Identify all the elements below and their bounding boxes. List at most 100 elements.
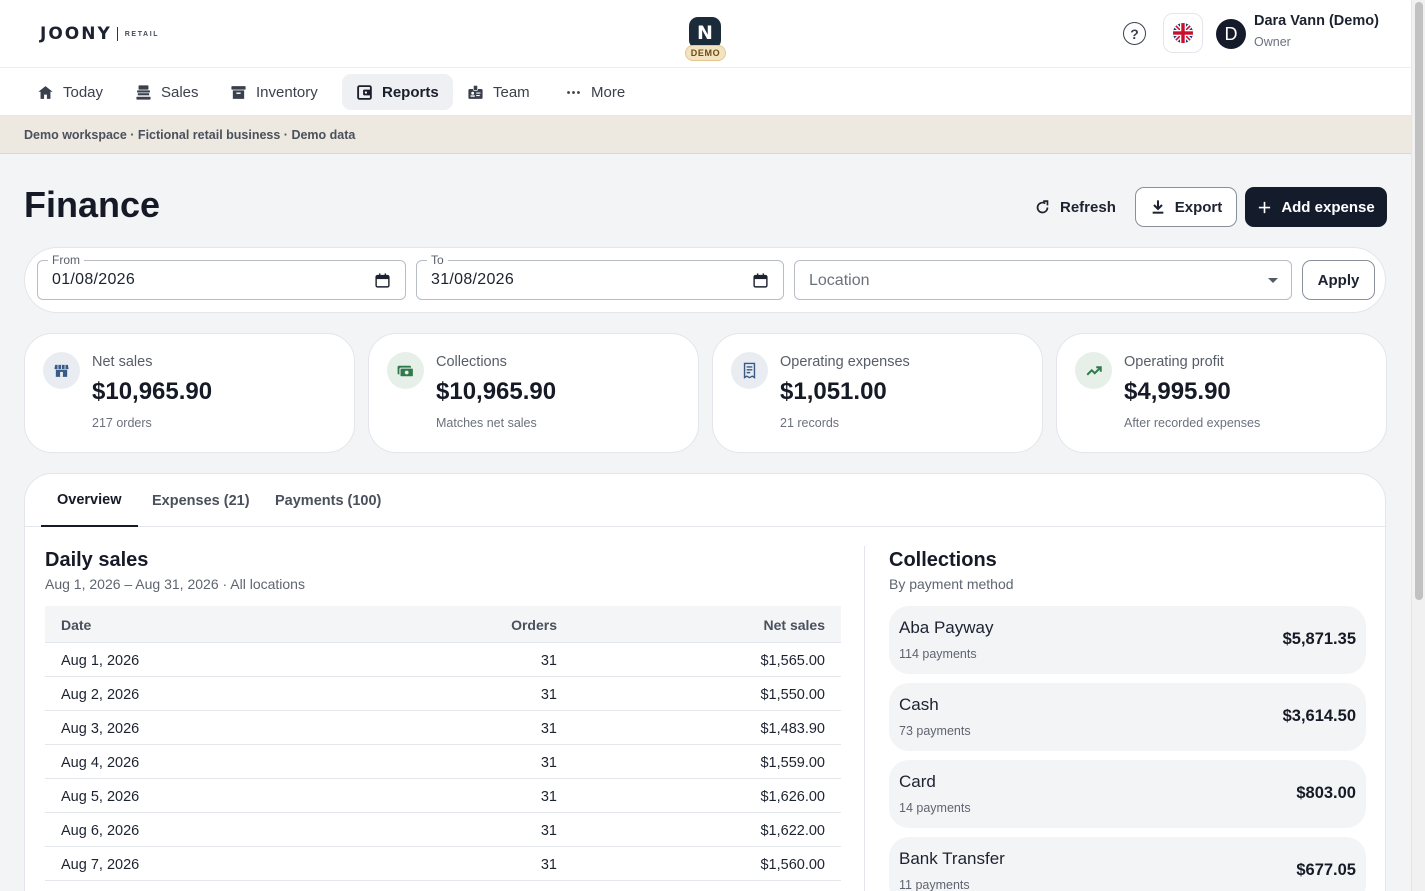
- cash-icon: [387, 352, 424, 389]
- payment-method-amount: $677.05: [1296, 861, 1356, 879]
- brand-name: JOONY: [40, 24, 112, 44]
- nav-item-label: Reports: [382, 83, 439, 101]
- cell-net-sales: $1,483.90: [760, 721, 825, 737]
- payment-method-item[interactable]: Cash 73 payments $3,614.50: [889, 683, 1366, 751]
- cell-date: Aug 3, 2026: [61, 721, 140, 737]
- cell-date: Aug 2, 2026: [61, 687, 140, 703]
- table-row[interactable]: Aug 6, 2026 31 $1,622.00: [45, 813, 841, 847]
- user-name[interactable]: Dara Vann (Demo): [1254, 13, 1379, 29]
- export-button[interactable]: Export: [1135, 187, 1237, 227]
- apply-button[interactable]: Apply: [1302, 260, 1375, 300]
- nav-item-sales[interactable]: Sales: [121, 74, 213, 110]
- plus-icon: [1259, 201, 1271, 213]
- collections-subtitle: By payment method: [889, 576, 1014, 592]
- nav-item-reports[interactable]: Reports: [342, 74, 453, 110]
- trending-up-icon: [1075, 352, 1112, 389]
- nav-item-today[interactable]: Today: [23, 74, 117, 110]
- nav-item-more[interactable]: More: [551, 74, 639, 110]
- payment-method-name: Aba Payway: [899, 618, 994, 637]
- kpi-value: $1,051.00: [780, 378, 887, 405]
- kpi-card-net-sales: Net sales $10,965.90 217 orders: [24, 333, 355, 453]
- payment-method-item[interactable]: Aba Payway 114 payments $5,871.35: [889, 606, 1366, 674]
- help-circle-icon[interactable]: ?: [1123, 22, 1146, 45]
- language-button[interactable]: [1163, 13, 1203, 53]
- tab-payments[interactable]: Payments (100): [259, 474, 397, 527]
- brand-subtitle: RETAIL: [124, 30, 160, 38]
- nav-item-inventory[interactable]: Inventory: [216, 74, 332, 110]
- from-date-value: 01/08/2026: [52, 271, 136, 288]
- nav-item-label: More: [591, 83, 626, 101]
- cell-date: Aug 6, 2026: [61, 823, 140, 839]
- scrollbar-thumb[interactable]: [1415, 2, 1423, 600]
- collections-title: Collections: [889, 549, 997, 571]
- from-date-label: From: [48, 253, 84, 267]
- download-icon: [1152, 200, 1164, 214]
- kpi-subtext: After recorded expenses: [1124, 416, 1261, 430]
- nav-item-label: Sales: [161, 83, 199, 101]
- cell-net-sales: $1,565.00: [760, 653, 825, 669]
- nav-item-label: Inventory: [256, 83, 318, 101]
- avatar[interactable]: D: [1216, 19, 1246, 49]
- calendar-icon[interactable]: [374, 272, 391, 289]
- kpi-label: Operating profit: [1124, 354, 1224, 370]
- payment-method-amount: $803.00: [1296, 784, 1356, 802]
- to-date-label: To: [427, 253, 448, 267]
- refresh-button[interactable]: Refresh: [1022, 187, 1128, 227]
- table-row[interactable]: Aug 2, 2026 31 $1,550.00: [45, 677, 841, 711]
- brand-logo[interactable]: JOONY RETAIL: [40, 24, 159, 44]
- cell-net-sales: $1,622.00: [760, 823, 825, 839]
- page-scrollbar[interactable]: [1411, 0, 1425, 891]
- brand-separator: [116, 27, 118, 41]
- cell-net-sales: $1,550.00: [760, 687, 825, 703]
- payment-method-name: Card: [899, 772, 936, 791]
- table-header: Date Orders Net sales: [45, 606, 841, 643]
- to-date-field[interactable]: To 31/08/2026: [416, 253, 784, 300]
- payment-method-item[interactable]: Bank Transfer 11 payments $677.05: [889, 837, 1366, 891]
- refresh-icon: [1036, 199, 1049, 213]
- column-header-orders[interactable]: Orders: [511, 617, 557, 633]
- location-placeholder: Location: [809, 272, 870, 289]
- table-row[interactable]: Aug 4, 2026 31 $1,559.00: [45, 745, 841, 779]
- from-date-field[interactable]: From 01/08/2026: [37, 253, 406, 300]
- wallet-icon: [357, 84, 372, 100]
- payment-method-name: Cash: [899, 695, 939, 714]
- calendar-icon[interactable]: [752, 272, 769, 289]
- kpi-value: $10,965.90: [436, 378, 557, 405]
- kpi-subtext: 217 orders: [92, 416, 152, 430]
- cell-orders: 31: [540, 687, 557, 703]
- register-icon: [136, 84, 151, 100]
- chevron-down-icon: [1268, 278, 1278, 283]
- nav-item-team[interactable]: Team: [453, 74, 544, 110]
- workspace-logo-letter: N: [697, 22, 713, 44]
- cell-orders: 31: [540, 721, 557, 737]
- table-row[interactable]: Aug 7, 2026 31 $1,560.00: [45, 847, 841, 881]
- top-bar: JOONY RETAIL N DEMO ? D Dara Vann (Demo)…: [0, 0, 1411, 68]
- page-title: Finance: [24, 184, 161, 225]
- demo-badge: DEMO: [685, 45, 726, 61]
- daily-sales-subtitle: Aug 1, 2026 – Aug 31, 2026 · All locatio…: [45, 576, 305, 592]
- table-row[interactable]: Aug 1, 2026 31 $1,565.00: [45, 643, 841, 677]
- table-row[interactable]: Aug 5, 2026 31 $1,626.00: [45, 779, 841, 813]
- kpi-label: Collections: [436, 354, 507, 370]
- cell-date: Aug 4, 2026: [61, 755, 140, 771]
- payment-method-amount: $3,614.50: [1282, 707, 1356, 725]
- tab-overview[interactable]: Overview: [41, 474, 138, 527]
- tab-expenses[interactable]: Expenses (21): [136, 474, 266, 527]
- finance-panel: Overview Expenses (21) Payments (100) Da…: [24, 473, 1386, 891]
- payment-method-item[interactable]: Card 14 payments $803.00: [889, 760, 1366, 828]
- kpi-subtext: 21 records: [780, 416, 840, 430]
- payment-method-count: 14 payments: [899, 801, 971, 815]
- add-expense-button[interactable]: Add expense: [1245, 187, 1387, 227]
- cell-orders: 31: [540, 755, 557, 771]
- add-expense-label: Add expense: [1281, 198, 1375, 216]
- nav-item-label: Team: [493, 83, 530, 101]
- cell-net-sales: $1,626.00: [760, 789, 825, 805]
- location-select[interactable]: Location: [794, 260, 1292, 300]
- column-header-date[interactable]: Date: [61, 617, 91, 633]
- export-label: Export: [1174, 198, 1223, 216]
- column-header-net-sales[interactable]: Net sales: [764, 617, 825, 633]
- table-row[interactable]: Aug 3, 2026 31 $1,483.90: [45, 711, 841, 745]
- badge-icon: [468, 84, 483, 99]
- cell-net-sales: $1,560.00: [760, 857, 825, 873]
- store-icon: [43, 352, 80, 389]
